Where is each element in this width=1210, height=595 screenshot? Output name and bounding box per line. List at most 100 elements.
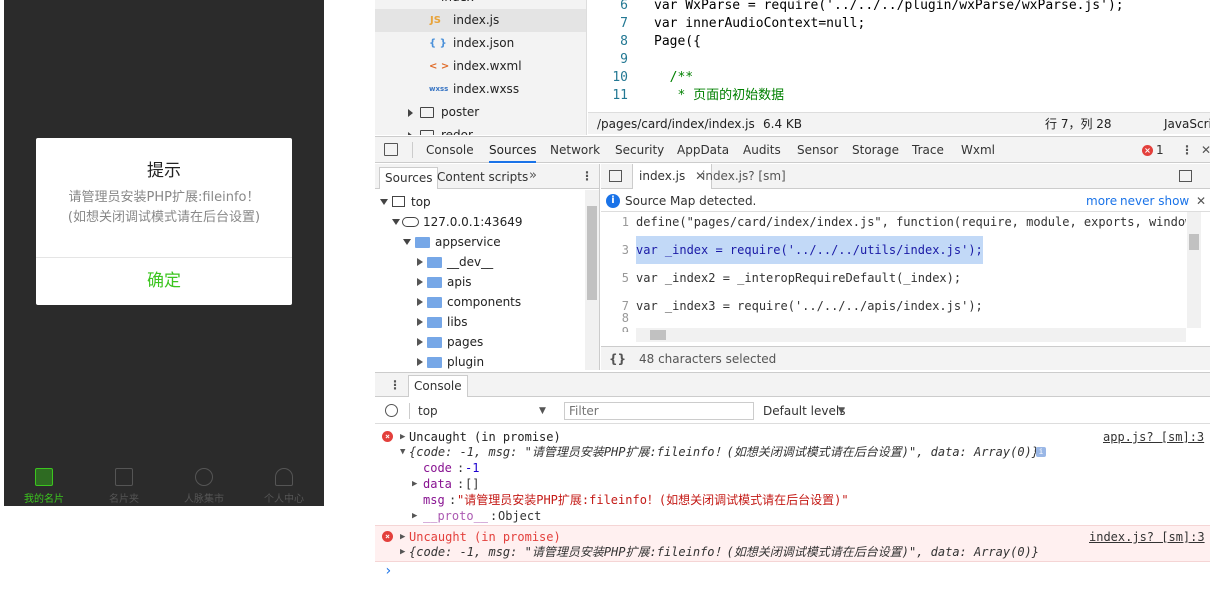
scrollbar-thumb[interactable] (587, 206, 597, 300)
file-tree-folder[interactable]: index (375, 0, 586, 9)
code-editor[interactable]: 6 var WxParse = require('../../../plugin/… (588, 0, 1210, 112)
more-options-icon[interactable]: ⋮ (581, 165, 593, 187)
scrollbar-thumb[interactable] (650, 330, 666, 340)
nav-tab-content-scripts[interactable]: Content scripts (437, 167, 528, 187)
more-link[interactable]: more (1086, 190, 1117, 212)
file-tree: index JS index.js { } index.json < > ind… (375, 0, 587, 135)
file-item-index-js[interactable]: JS index.js (375, 9, 586, 32)
toggle-navigator-icon[interactable] (609, 170, 622, 182)
folder-redor[interactable]: redor (375, 124, 586, 135)
expand-arrow-icon[interactable]: ▶ (400, 544, 405, 560)
console-filter-input[interactable] (564, 402, 754, 420)
drawer-tab-bar: ⋮ Console (375, 372, 1210, 397)
file-item-index-json[interactable]: { } index.json (375, 32, 586, 55)
tab-sources[interactable]: Sources (489, 137, 537, 163)
toggle-debugger-icon[interactable] (1179, 170, 1192, 182)
sources-navigator: Sources Content scripts » ⋮ top 127.0.0.… (375, 164, 600, 370)
tree-label: top (411, 195, 431, 209)
collapse-arrow-icon[interactable]: ▼ (400, 444, 405, 460)
close-icon[interactable]: ✕ (1201, 137, 1210, 163)
tab-card-holder[interactable]: 名片夹 (84, 458, 164, 506)
tab-network[interactable]: Network (550, 137, 600, 163)
error-title: Uncaught (in promise) (409, 430, 561, 444)
drawer-tab-console[interactable]: Console (408, 375, 468, 397)
source-map-message: Source Map detected. (625, 194, 757, 208)
source-code-area[interactable]: 1 define("pages/card/index/index.js", fun… (601, 212, 1186, 332)
tab-personal-center[interactable]: 个人中心 (244, 458, 324, 506)
horizontal-scrollbar[interactable] (636, 328, 1186, 342)
context-selector[interactable]: top (418, 398, 438, 424)
dialog-message: 请管理员安装PHP扩展:fileinfo！(如想关闭调试模式请在后台设置) (67, 190, 261, 225)
folder-icon (427, 337, 442, 348)
line-number: 8 (621, 311, 629, 325)
expand-arrow-icon[interactable]: ▶ (412, 508, 417, 524)
navigator-scrollbar[interactable] (585, 190, 599, 370)
dialog-confirm-button[interactable]: 确定 (36, 258, 292, 305)
file-name: index.js (453, 13, 500, 27)
editor-tab-index-js[interactable]: index.js ✕ (632, 164, 713, 189)
expand-arrow-icon[interactable]: ▶ (412, 476, 417, 492)
user-icon (275, 468, 293, 486)
expand-arrow-icon[interactable]: ▶ (400, 429, 405, 445)
line-number: 7 (620, 16, 628, 31)
folder-poster[interactable]: poster (375, 101, 586, 124)
file-item-index-wxml[interactable]: < > index.wxml (375, 55, 586, 78)
more-options-icon[interactable]: ⋮ (1181, 137, 1193, 163)
log-levels-selector[interactable]: Default levels (763, 398, 845, 424)
source-link[interactable]: app.js? [sm]:3 (1103, 429, 1204, 445)
code-text: var _index2 = _interopRequireDefault(_in… (636, 271, 962, 285)
tab-storage[interactable]: Storage (852, 137, 899, 163)
folder-icon (427, 257, 442, 268)
tab-appdata[interactable]: AppData (677, 137, 729, 163)
scrollbar-thumb[interactable] (1189, 234, 1199, 250)
never-show-link[interactable]: never show (1120, 190, 1189, 212)
tab-network-market[interactable]: 人脉集市 (164, 458, 244, 506)
line-number: 9 (620, 52, 628, 67)
tree-label: appservice (435, 235, 501, 249)
file-name: index.json (453, 36, 515, 50)
tab-my-card[interactable]: 我的名片 (4, 458, 84, 506)
colon: : (449, 493, 457, 507)
dropdown-arrow-icon[interactable]: ▼ (838, 398, 845, 424)
console-toolbar: top ▼ Default levels ▼ (375, 398, 1210, 424)
more-tabs-icon[interactable]: » (529, 165, 537, 187)
clear-console-icon[interactable] (385, 404, 398, 417)
source-map-infobar: i Source Map detected. more never show ✕ (601, 190, 1210, 212)
tab-trace[interactable]: Trace (912, 137, 944, 163)
tab-console[interactable]: Console (426, 137, 474, 163)
prop-value: "请管理员安装PHP扩展:fileinfo！(如想关闭调试模式请在后台设置)" (457, 493, 849, 507)
colon: : (457, 477, 465, 491)
tab-security[interactable]: Security (615, 137, 664, 163)
pretty-print-icon[interactable]: {} (609, 347, 626, 370)
tab-sensor[interactable]: Sensor (797, 137, 838, 163)
tree-label: libs (447, 315, 468, 329)
tab-audits[interactable]: Audits (743, 137, 781, 163)
console-prompt[interactable]: › (384, 563, 392, 579)
prop-key: __proto__ (423, 509, 489, 523)
nav-tab-sources[interactable]: Sources (379, 167, 439, 189)
vertical-scrollbar[interactable] (1187, 212, 1201, 328)
editor-tab-index-js-sm[interactable]: index.js? [sm] (702, 164, 786, 189)
code-text: var WxParse = require('../../../plugin/w… (654, 0, 1124, 13)
language-mode[interactable]: JavaScri (1164, 113, 1210, 135)
source-link[interactable]: index.js? [sm]:3 (1089, 529, 1205, 545)
tab-wxml[interactable]: Wxml (961, 137, 995, 163)
editor-status-bar: /pages/card/index/index.js 6.4 KB 行 7，列 … (588, 112, 1210, 134)
file-item-index-wxss[interactable]: wxss index.wxss (375, 78, 586, 101)
expand-arrow-icon[interactable]: ▶ (400, 529, 405, 545)
line-number: 1 (621, 215, 629, 229)
tree-label: apis (447, 275, 472, 289)
colon: : (490, 509, 498, 523)
line-number: 6 (620, 0, 628, 13)
dropdown-arrow-icon[interactable]: ▼ (539, 398, 546, 424)
tab-label: 人脉集市 (184, 494, 224, 505)
line-number: 3 (621, 243, 629, 257)
code-text: define("pages/card/index/index.js", func… (636, 215, 1186, 229)
divider (412, 142, 413, 158)
drawer-menu-icon[interactable]: ⋮ (389, 373, 401, 397)
collapse-arrow-icon (392, 219, 400, 225)
close-infobar-icon[interactable]: ✕ (1196, 190, 1206, 212)
expand-arrow-icon (417, 318, 423, 326)
inspect-element-icon[interactable] (384, 143, 398, 156)
error-count[interactable]: 1 (1156, 137, 1164, 163)
